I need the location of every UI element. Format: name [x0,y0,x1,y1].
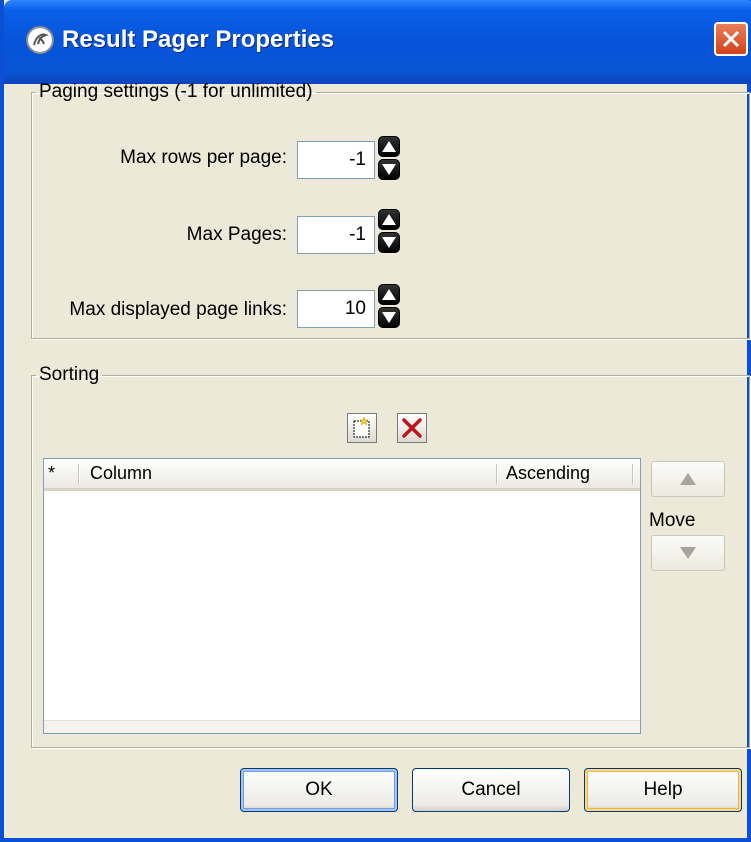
arrow-down-icon [382,237,396,248]
arrow-down-icon [382,164,396,175]
help-button[interactable]: Help [584,768,742,812]
title-bar[interactable]: Result Pager Properties [4,0,751,84]
max-page-links-label: Max displayed page links: [69,299,287,320]
new-item-icon [353,416,370,438]
add-sort-button[interactable] [347,413,377,443]
sorting-table[interactable]: * Column Ascending [43,458,641,734]
close-icon [722,30,740,48]
arrow-down-icon [680,547,696,559]
max-rows-spinner[interactable] [378,136,400,180]
app-icon [26,26,54,54]
dialog-window: Result Pager Properties Paging settings … [0,0,751,842]
close-button[interactable] [714,22,748,56]
max-page-links-input[interactable] [297,290,375,328]
max-rows-input[interactable] [297,141,375,179]
arrow-up-icon [382,141,396,152]
delete-icon [402,418,422,438]
ok-button[interactable]: OK [240,768,398,812]
move-up-button[interactable] [651,461,725,497]
sorting-legend: Sorting [39,364,100,385]
table-header: * Column Ascending [44,459,640,491]
column-divider [496,464,497,484]
column-header-ascending[interactable]: Ascending [506,459,590,488]
max-pages-spinner[interactable] [378,209,400,253]
arrow-up-icon [680,473,696,485]
max-page-links-spinner[interactable] [378,284,400,328]
max-pages-input[interactable] [297,216,375,254]
arrow-down-icon [382,312,396,323]
move-label: Move [649,510,696,531]
window-title: Result Pager Properties [62,26,335,53]
column-divider [78,464,79,484]
arrow-up-icon [382,289,396,300]
spin-down-button[interactable] [378,159,400,180]
spin-up-button[interactable] [378,136,400,157]
column-header-star[interactable]: * [48,459,55,488]
move-down-button[interactable] [651,535,725,571]
spin-down-button[interactable] [378,307,400,328]
arrow-up-icon [382,214,396,225]
spin-up-button[interactable] [378,209,400,230]
max-rows-label: Max rows per page: [120,147,287,168]
spin-down-button[interactable] [378,232,400,253]
horizontal-scrollbar[interactable] [44,720,640,733]
remove-sort-button[interactable] [397,413,427,443]
spin-up-button[interactable] [378,284,400,305]
column-header-column[interactable]: Column [90,459,152,488]
max-pages-label: Max Pages: [186,224,287,245]
paging-settings-legend: Paging settings (-1 for unlimited) [39,81,313,102]
cancel-button[interactable]: Cancel [412,768,570,812]
column-divider [632,464,633,484]
